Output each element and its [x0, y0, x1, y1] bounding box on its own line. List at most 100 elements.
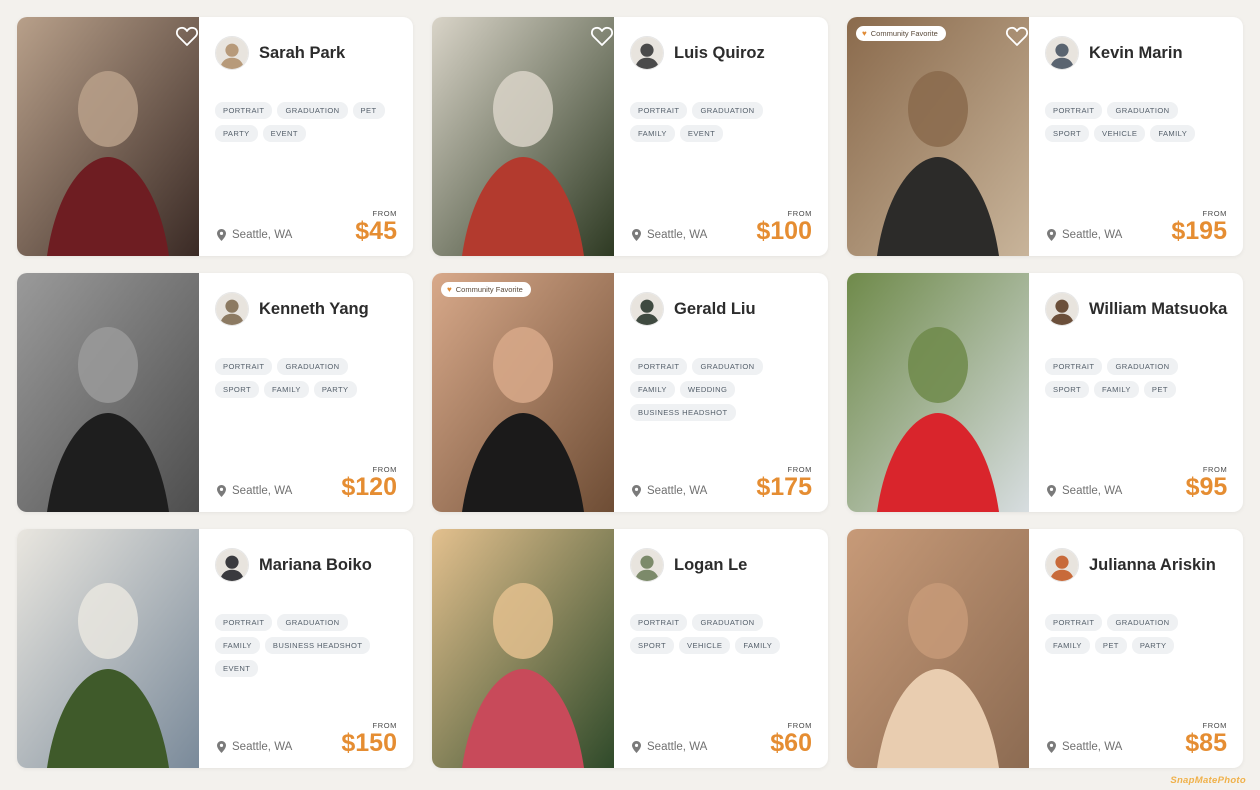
- photographer-name[interactable]: Luis Quiroz: [674, 44, 765, 63]
- photographer-photo[interactable]: ♥ Community Favorite: [432, 273, 614, 512]
- favorite-heart-icon[interactable]: [590, 25, 614, 47]
- avatar[interactable]: [630, 292, 664, 326]
- starting-price: $195: [1171, 216, 1227, 245]
- avatar[interactable]: [1045, 36, 1079, 70]
- location-text: Seattle, WA: [647, 485, 708, 497]
- photographer-card[interactable]: William Matsuoka PORTRAIT GRADUATION SPORT F…: [847, 273, 1243, 512]
- photographer-photo[interactable]: [847, 273, 1029, 512]
- service-tag: PARTY: [215, 125, 258, 142]
- photographer-card[interactable]: Logan Le PORTRAIT GRADUATION SPORT VEHICLE FA…: [432, 529, 828, 768]
- photographer-card[interactable]: ♥ Community Favorite Kevin Marin PORTRAIT GR…: [847, 17, 1243, 256]
- service-tag: BUSINESS HEADSHOT: [630, 404, 736, 421]
- location-text: Seattle, WA: [647, 229, 708, 241]
- photographer-name[interactable]: Kevin Marin: [1089, 44, 1183, 63]
- location-pin-icon: [632, 229, 641, 241]
- service-tag: PORTRAIT: [1045, 102, 1103, 119]
- location-text: Seattle, WA: [1062, 485, 1123, 497]
- photographer-header: Sarah Park: [215, 35, 397, 71]
- location: Seattle, WA: [632, 485, 707, 497]
- avatar[interactable]: [215, 548, 249, 582]
- photographer-name[interactable]: William Matsuoka: [1089, 300, 1227, 319]
- starting-price: $60: [770, 728, 812, 757]
- photographer-name[interactable]: Mariana Boiko: [259, 556, 372, 575]
- photographer-grid: Sarah Park PORTRAIT GRADUATION PET PARTY EVEN…: [17, 17, 1243, 768]
- location-pin-icon: [217, 741, 226, 753]
- photographer-photo[interactable]: [432, 17, 614, 256]
- avatar[interactable]: [1045, 548, 1079, 582]
- service-tags: PORTRAIT GRADUATION FAMILY WEDDING BUSINESS …: [630, 358, 810, 421]
- photographer-name[interactable]: Kenneth Yang: [259, 300, 369, 319]
- photographer-photo[interactable]: [17, 17, 199, 256]
- location-pin-icon: [1047, 741, 1056, 753]
- service-tag: EVENT: [262, 125, 306, 142]
- photographer-photo[interactable]: ♥ Community Favorite: [847, 17, 1029, 256]
- photographer-photo[interactable]: [17, 273, 199, 512]
- photographer-name[interactable]: Logan Le: [674, 556, 747, 575]
- service-tags: PORTRAIT GRADUATION SPORT VEHICLE FAMILY: [1045, 102, 1225, 142]
- avatar[interactable]: [215, 292, 249, 326]
- service-tag: GRADUATION: [1107, 614, 1178, 631]
- photographer-photo[interactable]: [432, 529, 614, 768]
- photographer-card[interactable]: Julianna Ariskin PORTRAIT GRADUATION FAMILY…: [847, 529, 1243, 768]
- service-tag: VEHICLE: [1094, 125, 1146, 142]
- price-block: FROM $175: [756, 465, 812, 500]
- service-tag: PORTRAIT: [215, 614, 273, 631]
- service-tag: FAMILY: [630, 125, 675, 142]
- service-tag: PORTRAIT: [630, 102, 688, 119]
- starting-price: $150: [341, 728, 397, 757]
- photographer-info: Sarah Park PORTRAIT GRADUATION PET PARTY EVEN…: [199, 17, 413, 256]
- service-tag: GRADUATION: [692, 358, 763, 375]
- photographer-info: Gerald Liu PORTRAIT GRADUATION FAMILY WEDDIN…: [614, 273, 828, 512]
- service-tags: PORTRAIT GRADUATION FAMILY BUSINESS HEADSHO…: [215, 614, 395, 677]
- photographer-card[interactable]: Mariana Boiko PORTRAIT GRADUATION FAMILY BUS…: [17, 529, 413, 768]
- service-tag: FAMILY: [264, 381, 309, 398]
- photographer-header: William Matsuoka: [1045, 291, 1227, 327]
- photographer-name[interactable]: Julianna Ariskin: [1089, 556, 1216, 575]
- heart-icon: ♥: [447, 284, 452, 294]
- photographer-photo[interactable]: [847, 529, 1029, 768]
- service-tag: GRADUATION: [692, 102, 763, 119]
- heart-icon: ♥: [862, 28, 867, 38]
- photographer-info: Julianna Ariskin PORTRAIT GRADUATION FAMILY…: [1029, 529, 1243, 768]
- service-tag: GRADUATION: [1107, 102, 1178, 119]
- location: Seattle, WA: [632, 741, 707, 753]
- location-text: Seattle, WA: [1062, 741, 1123, 753]
- service-tag: PORTRAIT: [215, 102, 273, 119]
- service-tag: GRADUATION: [277, 358, 348, 375]
- service-tag: SPORT: [1045, 125, 1090, 142]
- location: Seattle, WA: [217, 741, 292, 753]
- photographer-info: William Matsuoka PORTRAIT GRADUATION SPORT F…: [1029, 273, 1243, 512]
- location-pin-icon: [1047, 485, 1056, 497]
- location-text: Seattle, WA: [232, 741, 293, 753]
- photographer-header: Luis Quiroz: [630, 35, 812, 71]
- service-tag: PARTY: [313, 381, 357, 398]
- location-text: Seattle, WA: [232, 229, 293, 241]
- avatar[interactable]: [1045, 292, 1079, 326]
- starting-price: $120: [341, 472, 397, 501]
- service-tags: PORTRAIT GRADUATION SPORT FAMILY PET: [1045, 358, 1225, 398]
- price-block: FROM $60: [770, 721, 812, 756]
- favorite-heart-icon[interactable]: [1005, 25, 1029, 47]
- photographer-name[interactable]: Sarah Park: [259, 44, 345, 63]
- avatar[interactable]: [630, 36, 664, 70]
- service-tag: PET: [1094, 637, 1127, 654]
- location-pin-icon: [632, 741, 641, 753]
- photographer-name[interactable]: Gerald Liu: [674, 300, 756, 319]
- photographer-info: Logan Le PORTRAIT GRADUATION SPORT VEHICLE FA…: [614, 529, 828, 768]
- community-favorite-badge: ♥ Community Favorite: [441, 282, 531, 297]
- badge-label: Community Favorite: [870, 29, 938, 38]
- photographer-header: Mariana Boiko: [215, 547, 397, 583]
- location: Seattle, WA: [1047, 229, 1122, 241]
- photographer-card[interactable]: ♥ Community Favorite Gerald Liu PORTRAIT GRA…: [432, 273, 828, 512]
- favorite-heart-icon[interactable]: [175, 25, 199, 47]
- photographer-header: Logan Le: [630, 547, 812, 583]
- service-tags: PORTRAIT GRADUATION FAMILY PET PARTY: [1045, 614, 1225, 654]
- photographer-header: Julianna Ariskin: [1045, 547, 1227, 583]
- photographer-card[interactable]: Kenneth Yang PORTRAIT GRADUATION SPORT FAMIL…: [17, 273, 413, 512]
- avatar[interactable]: [215, 36, 249, 70]
- avatar[interactable]: [630, 548, 664, 582]
- service-tag: SPORT: [1045, 381, 1090, 398]
- photographer-card[interactable]: Luis Quiroz PORTRAIT GRADUATION FAMILY EVENT…: [432, 17, 828, 256]
- photographer-photo[interactable]: [17, 529, 199, 768]
- photographer-card[interactable]: Sarah Park PORTRAIT GRADUATION PET PARTY EVEN…: [17, 17, 413, 256]
